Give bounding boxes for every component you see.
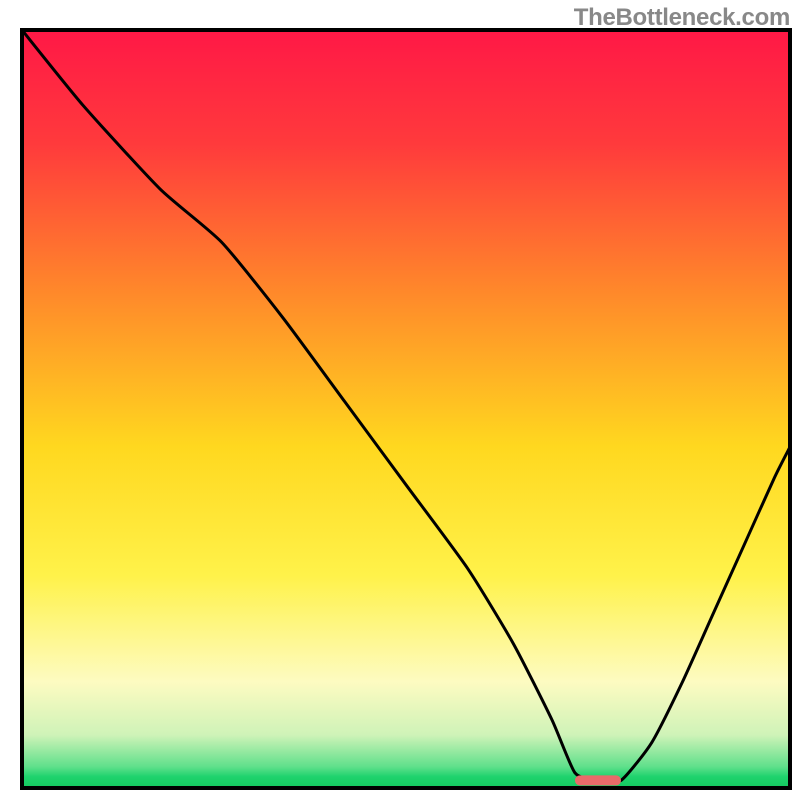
chart-background	[22, 30, 790, 788]
chart-container: TheBottleneck.com	[0, 0, 800, 800]
bottleneck-chart	[0, 0, 800, 800]
watermark-text: TheBottleneck.com	[574, 4, 790, 32]
minimum-marker	[575, 775, 621, 785]
